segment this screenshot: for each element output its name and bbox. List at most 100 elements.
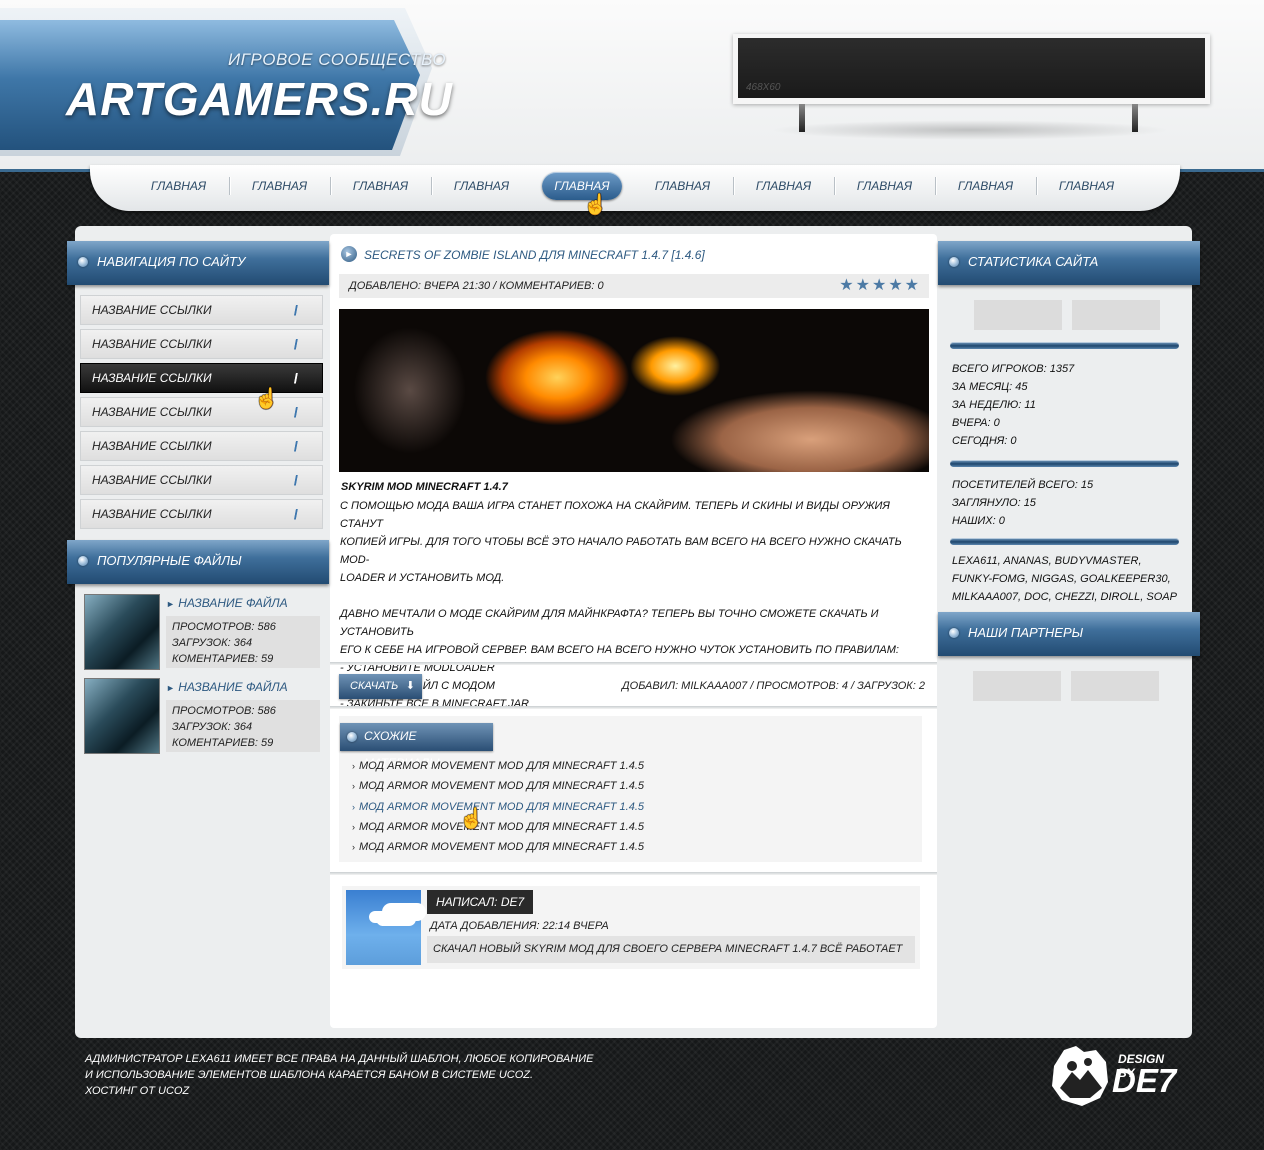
stat-visitors-total: ПОСЕТИТЕЛЕЙ ВСЕГО: 15 [952,479,1094,491]
designer-name: DE7 [1112,1062,1177,1099]
site-nav-title: НАВИГАЦИЯ ПО САЙТУ [67,241,329,285]
banner-label: 468X60 [746,82,781,93]
nav-item-10[interactable]: ГЛАВНАЯ [1036,172,1137,200]
partners-title: НАШИ ПАРТНЕРЫ [938,612,1200,656]
nav-item-1[interactable]: ГЛАВНАЯ [128,172,229,200]
divider [330,872,937,875]
stat-yesterday: ВЧЕРА: 0 [952,417,1000,429]
chevron-right-icon: › [352,842,355,852]
double-slash-icon: // [294,439,314,453]
article-meta: ДОБАВЛЕНО: ВЧЕРА 21:30 / КОММЕНТАРИЕВ: 0… [339,274,929,298]
file-thumbnail[interactable] [84,594,160,670]
nav-item-7[interactable]: ГЛАВНАЯ [733,172,834,200]
site-header: ИГРОВОЕ СООБЩЕСТВО ARTGAMERS.RU 468X60 [0,0,1264,172]
arrow-circle-icon: ► [341,246,357,262]
file-name-link[interactable]: ► НАЗВАНИЕ ФАЙЛА [166,680,288,694]
download-arrow-icon: ⬇ [405,680,415,692]
sidebar-link-4[interactable]: НАЗВАНИЕ ССЫЛКИ// [80,397,323,427]
comment-text: СКАЧАЛ НОВЫЙ SKYRIM МОД ДЛЯ СВОЕГО СЕРВЕ… [427,936,915,963]
banner-468x60[interactable]: 468X60 [738,38,1205,98]
de7-mascot-icon [1052,1046,1108,1106]
added-meta: ДОБАВИЛ: MILKAAA007 / ПРОСМОТРОВ: 4 / ЗА… [621,680,925,692]
related-item[interactable]: › МОД ARMOR MOVEMENT MOD ДЛЯ MINECRAFT 1.… [352,821,644,833]
divider [950,538,1179,545]
nav-item-3[interactable]: ГЛАВНАЯ [330,172,431,200]
sidebar-link-5[interactable]: НАЗВАНИЕ ССЫЛКИ// [80,431,323,461]
logo-subtitle: ИГРОВОЕ СООБЩЕСТВО [228,50,447,69]
nav-item-2[interactable]: ГЛАВНАЯ [229,172,330,200]
divider [330,662,937,665]
download-button[interactable]: СКАЧАТЬ ⬇ [339,674,422,699]
file-name-link[interactable]: ► НАЗВАНИЕ ФАЙЛА [166,596,288,610]
nav-item-9[interactable]: ГЛАВНАЯ [935,172,1036,200]
avatar[interactable] [346,890,421,965]
site-stats-title: СТАТИСТИКА САЙТА [938,241,1200,285]
nav-item-8[interactable]: ГЛАВНАЯ [834,172,935,200]
sidebar-link-1[interactable]: НАЗВАНИЕ ССЫЛКИ// [80,295,323,325]
stat-month: ЗА МЕСЯЦ: 45 [952,381,1028,393]
file-info: ПРОСМОТРОВ: 586 ЗАГРУЗОК: 364 КОМЕНТАРИЕ… [166,700,320,752]
nav-item-5-active[interactable]: ГЛАВНАЯ [542,172,622,200]
chevron-right-icon: › [352,761,355,771]
divider [950,460,1179,467]
double-slash-icon: // [294,303,314,317]
main-nav: ГЛАВНАЯ ГЛАВНАЯ ГЛАВНАЯ ГЛАВНАЯ ГЛАВНАЯ … [128,172,1137,200]
online-users[interactable]: LEXA611, ANANAS, BUDYVMASTER, FUNKY-FOMG… [952,552,1177,606]
sidebar-link-2[interactable]: НАЗВАНИЕ ССЫЛКИ// [80,329,323,359]
chevron-right-icon: › [352,822,355,832]
chevron-right-icon: › [352,781,355,791]
stat-ours: НАШИХ: 0 [952,515,1005,527]
divider [330,706,937,709]
related-item-hover[interactable]: › МОД ARMOR MOVEMENT MOD ДЛЯ MINECRAFT 1.… [352,801,644,813]
hand-cursor-icon: ☝ [583,194,608,216]
counter-box-2[interactable] [1072,300,1160,330]
article-title[interactable]: SECRETS OF ZOMBIE ISLAND ДЛЯ MINECRAFT 1… [364,248,705,262]
bullet-icon [949,628,959,638]
file-thumbnail[interactable] [84,678,160,754]
designer-logo[interactable]: DESIGN BY DE7 [1050,1046,1180,1106]
hand-cursor-icon: ☝ [459,808,484,830]
chevron-right-icon: › [352,802,355,812]
stat-week: ЗА НЕДЕЛЮ: 11 [952,399,1036,411]
double-slash-icon: // [294,371,314,385]
stat-visited: ЗАГЛЯНУЛО: 15 [952,497,1036,509]
article-image [339,309,929,472]
bullet-icon [78,556,88,566]
nav-item-4[interactable]: ГЛАВНАЯ [431,172,532,200]
file-item-2: ► НАЗВАНИЕ ФАЙЛА ПРОСМОТРОВ: 586 ЗАГРУЗО… [84,678,320,754]
hand-cursor-icon: ☝ [254,388,279,410]
bullet-icon [347,732,357,742]
cloud-icon [376,912,416,926]
arrow-right-icon: ► [166,599,175,609]
stat-total-players: ВСЕГО ИГРОКОВ: 1357 [952,363,1075,375]
double-slash-icon: // [294,337,314,351]
partner-box-1[interactable] [973,671,1061,701]
file-item-1: ► НАЗВАНИЕ ФАЙЛА ПРОСМОТРОВ: 586 ЗАГРУЗО… [84,594,320,670]
double-slash-icon: // [294,405,314,419]
banner-frame: 468X60 [733,34,1210,104]
counter-box-1[interactable] [974,300,1062,330]
bullet-icon [949,257,959,267]
double-slash-icon: // [294,507,314,521]
article-heading: SKYRIM MOD MINECRAFT 1.4.7 [341,481,508,493]
related-item[interactable]: › МОД ARMOR MOVEMENT MOD ДЛЯ MINECRAFT 1.… [352,760,644,772]
comment-author[interactable]: НАПИСАЛ: DE7 [427,890,534,914]
footer-copyright: АДМИНИСТРАТОР LEXA611 ИМЕЕТ ВСЕ ПРАВА НА… [85,1053,594,1097]
sidebar-link-3-active[interactable]: НАЗВАНИЕ ССЫЛКИ// [80,363,323,393]
popular-files-title: ПОПУЛЯРНЫЕ ФАЙЛЫ [67,540,329,584]
nav-item-6[interactable]: ГЛАВНАЯ [632,172,733,200]
file-info: ПРОСМОТРОВ: 586 ЗАГРУЗОК: 364 КОМЕНТАРИЕ… [166,616,320,668]
sidebar-link-6[interactable]: НАЗВАНИЕ ССЫЛКИ// [80,465,323,495]
banner-shadow [770,120,1170,140]
logo-title[interactable]: ARTGAMERS.RU [66,72,453,126]
bullet-icon [78,257,88,267]
sidebar-link-7[interactable]: НАЗВАНИЕ ССЫЛКИ// [80,499,323,529]
arrow-right-icon: ► [166,683,175,693]
partner-box-2[interactable] [1071,671,1159,701]
related-title: СХОЖИЕ МАТЕРИАЛЫ [340,723,493,770]
stat-today: СЕГОДНЯ: 0 [952,435,1017,447]
comment-date: ДАТА ДОБАВЛЕНИЯ: 22:14 ВЧЕРА [430,920,609,932]
related-item[interactable]: › МОД ARMOR MOVEMENT MOD ДЛЯ MINECRAFT 1.… [352,841,644,853]
related-item[interactable]: › МОД ARMOR MOVEMENT MOD ДЛЯ MINECRAFT 1.… [352,780,644,792]
rating-stars-icon[interactable]: ★★★★★ [839,274,921,298]
